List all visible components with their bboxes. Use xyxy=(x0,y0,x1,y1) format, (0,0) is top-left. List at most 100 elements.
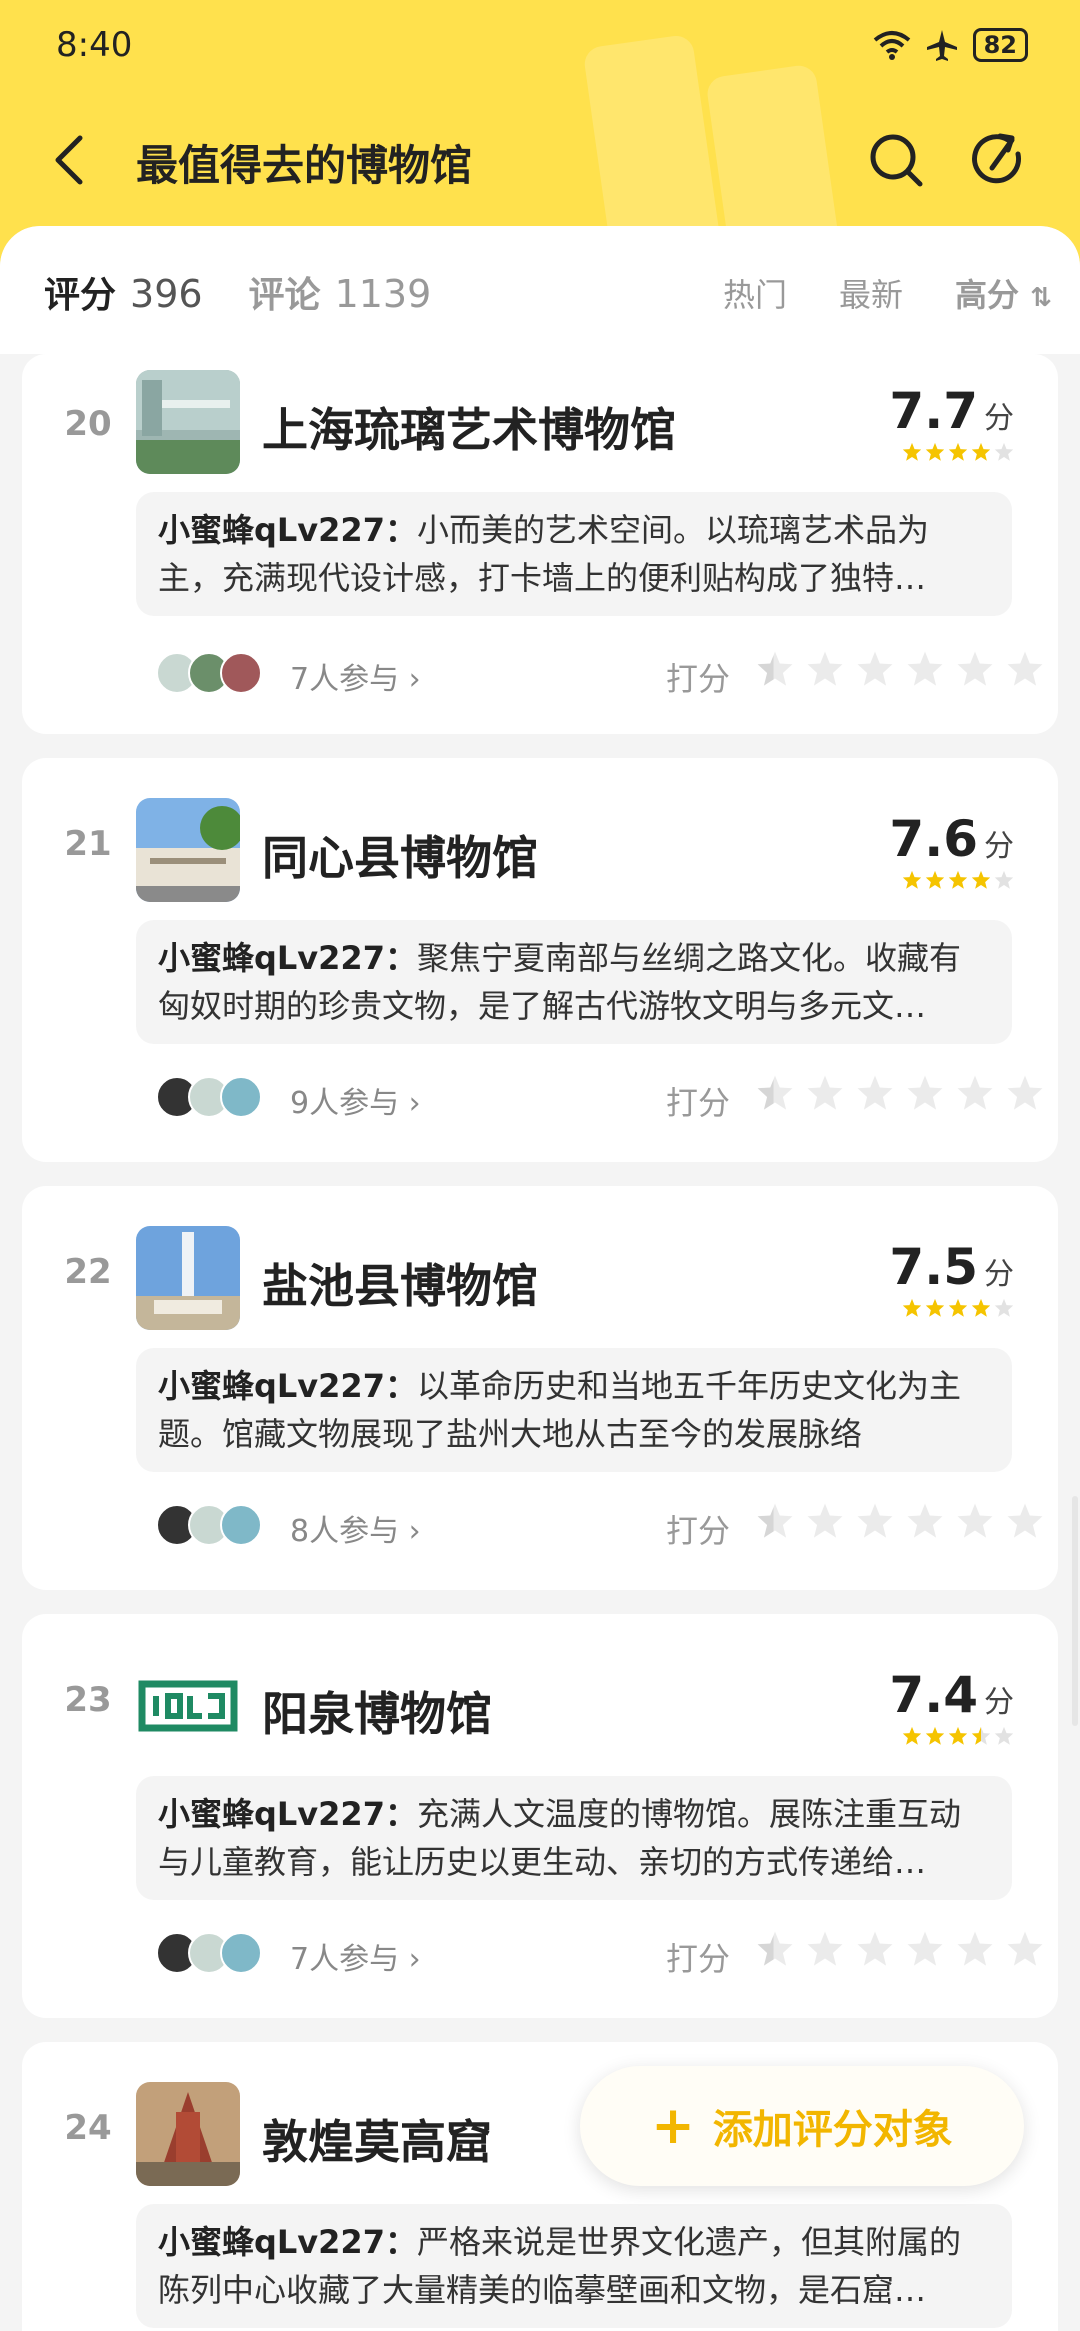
star-rating xyxy=(889,1726,1014,1746)
add-rating-target-button[interactable]: + 添加评分对象 xyxy=(580,2066,1024,2186)
rank-number: 20 xyxy=(64,404,112,444)
review-snippet[interactable]: 小蜜蜂qLv227：充满人文温度的博物馆。展陈注重互动与儿童教育，能让历史以更生… xyxy=(136,1776,1012,1900)
sort-hot[interactable]: 热门 xyxy=(723,270,787,316)
star-icon xyxy=(994,1726,1014,1745)
star-icon xyxy=(907,1503,943,1538)
star-icon xyxy=(971,1298,991,1317)
star-icon xyxy=(1007,651,1043,686)
museum-thumbnail xyxy=(136,798,240,902)
rate-stars[interactable] xyxy=(756,1074,1044,1112)
star-icon xyxy=(957,1075,993,1110)
sort-newest[interactable]: 最新 xyxy=(839,270,903,316)
rate-stars[interactable] xyxy=(756,1502,1044,1540)
rank-number: 23 xyxy=(64,1680,112,1720)
rank-number: 24 xyxy=(64,2108,112,2148)
museum-thumbnail xyxy=(136,1226,240,1330)
score: 7.5 分 xyxy=(889,1238,1014,1318)
star-icon xyxy=(948,1298,968,1317)
tab-score[interactable]: 评分 xyxy=(44,266,116,318)
page-title: 最值得去的博物馆 xyxy=(136,141,473,190)
list-item[interactable]: 23 阳泉博物馆 7.4 分 小蜜蜂qLv227：充满人文温度的博物馆。展陈注重互… xyxy=(22,1614,1058,2018)
star-icon xyxy=(971,1726,991,1745)
review-snippet[interactable]: 小蜜蜂qLv227：聚焦宁夏南部与丝绸之路文化。收藏有匈奴时期的珍贵文物，是了解… xyxy=(136,920,1012,1044)
share-icon[interactable] xyxy=(970,130,1030,190)
museum-name[interactable]: 上海琉璃艺术博物馆 xyxy=(262,394,676,460)
star-icon xyxy=(907,1931,943,1966)
participant-avatars xyxy=(156,652,262,694)
museum-name[interactable]: 盐池县博物馆 xyxy=(262,1250,538,1316)
avatar xyxy=(220,1504,262,1546)
avatar xyxy=(220,652,262,694)
participant-avatars xyxy=(156,1932,262,1974)
rate-stars[interactable] xyxy=(756,1930,1044,1968)
star-icon xyxy=(925,1298,945,1317)
museum-name[interactable]: 同心县博物馆 xyxy=(262,822,538,888)
airplane-icon xyxy=(926,30,957,61)
tab-comment[interactable]: 评论 xyxy=(249,266,321,318)
participant-avatars xyxy=(156,1076,262,1118)
filter-tabs: 评分 396 评论 1139 热门 最新 高分 ⇅ xyxy=(0,226,1080,354)
score: 7.7 分 xyxy=(889,382,1014,462)
star-icon xyxy=(902,442,922,461)
chevron-right-icon: › xyxy=(408,1942,421,1977)
participants-link[interactable]: 7人参与 › xyxy=(290,654,421,698)
list-item[interactable]: 21 同心县博物馆 7.6 分 小蜜蜂qLv227：聚焦宁夏南部与丝绸之路文化。… xyxy=(22,758,1058,1162)
score-value: 7.6 xyxy=(889,810,978,868)
list-item[interactable]: 20 上海琉璃艺术博物馆 7.7 分 小蜜蜂qLv227：小而美的艺术空间。以琉… xyxy=(22,354,1058,734)
battery-icon: 82 xyxy=(972,28,1028,62)
sort-high-score[interactable]: 高分 ⇅ xyxy=(955,270,1052,316)
star-icon xyxy=(857,1503,893,1538)
star-rating xyxy=(889,870,1014,890)
status-bar: 8:40 82 xyxy=(0,0,1080,90)
star-icon xyxy=(902,1726,922,1745)
participant-avatars xyxy=(156,1504,262,1546)
star-icon xyxy=(925,870,945,889)
score-count: 396 xyxy=(130,272,203,316)
star-icon xyxy=(807,1931,843,1966)
star-icon xyxy=(857,651,893,686)
review-author: 小蜜蜂qLv227： xyxy=(158,1795,417,1833)
star-icon xyxy=(902,1298,922,1317)
star-icon xyxy=(948,442,968,461)
rate-stars[interactable] xyxy=(756,650,1044,688)
comment-count: 1139 xyxy=(334,272,432,316)
star-rating xyxy=(889,442,1014,462)
back-icon[interactable] xyxy=(44,132,100,188)
museum-name[interactable]: 阳泉博物馆 xyxy=(262,1678,492,1744)
list-item[interactable]: 22 盐池县博物馆 7.5 分 小蜜蜂qLv227：以革命历史和当地五千年历史文… xyxy=(22,1186,1058,1590)
score: 7.4 分 xyxy=(889,1666,1014,1746)
avatar xyxy=(220,1076,262,1118)
star-icon xyxy=(925,1726,945,1745)
museum-name[interactable]: 敦煌莫高窟 xyxy=(262,2106,492,2172)
score: 7.6 分 xyxy=(889,810,1014,890)
rank-number: 21 xyxy=(64,824,112,864)
review-snippet[interactable]: 小蜜蜂qLv227：以革命历史和当地五千年历史文化为主题。馆藏文物展现了盐州大地… xyxy=(136,1348,1012,1472)
star-icon xyxy=(994,442,1014,461)
sort-tabs: 热门 最新 高分 ⇅ xyxy=(723,270,1052,316)
score-value: 7.7 xyxy=(889,382,978,440)
plus-icon: + xyxy=(651,2096,695,2156)
scroll-indicator[interactable] xyxy=(1072,1496,1078,1726)
review-author: 小蜜蜂qLv227： xyxy=(158,2223,417,2261)
wifi-icon xyxy=(873,31,910,60)
review-author: 小蜜蜂qLv227： xyxy=(158,939,417,977)
star-icon xyxy=(807,1503,843,1538)
star-icon xyxy=(807,651,843,686)
star-icon xyxy=(757,651,793,686)
participants-link[interactable]: 9人参与 › xyxy=(290,1078,421,1122)
review-snippet[interactable]: 小蜜蜂qLv227：严格来说是世界文化遗产，但其附属的陈列中心收藏了大量精美的临… xyxy=(136,2204,1012,2328)
participants-link[interactable]: 8人参与 › xyxy=(290,1506,421,1550)
participants-link[interactable]: 7人参与 › xyxy=(290,1934,421,1978)
star-icon xyxy=(971,442,991,461)
museum-thumbnail xyxy=(136,2082,240,2186)
star-icon xyxy=(971,870,991,889)
star-icon xyxy=(907,651,943,686)
rate-label: 打分 xyxy=(666,1084,731,1122)
star-rating xyxy=(889,1298,1014,1318)
search-icon[interactable] xyxy=(866,130,926,190)
star-icon xyxy=(994,1298,1014,1317)
review-snippet[interactable]: 小蜜蜂qLv227：小而美的艺术空间。以琉璃艺术品为主，充满现代设计感，打卡墙上… xyxy=(136,492,1012,616)
rank-number: 22 xyxy=(64,1252,112,1292)
chevron-right-icon: › xyxy=(408,1514,421,1549)
star-icon xyxy=(948,1726,968,1745)
